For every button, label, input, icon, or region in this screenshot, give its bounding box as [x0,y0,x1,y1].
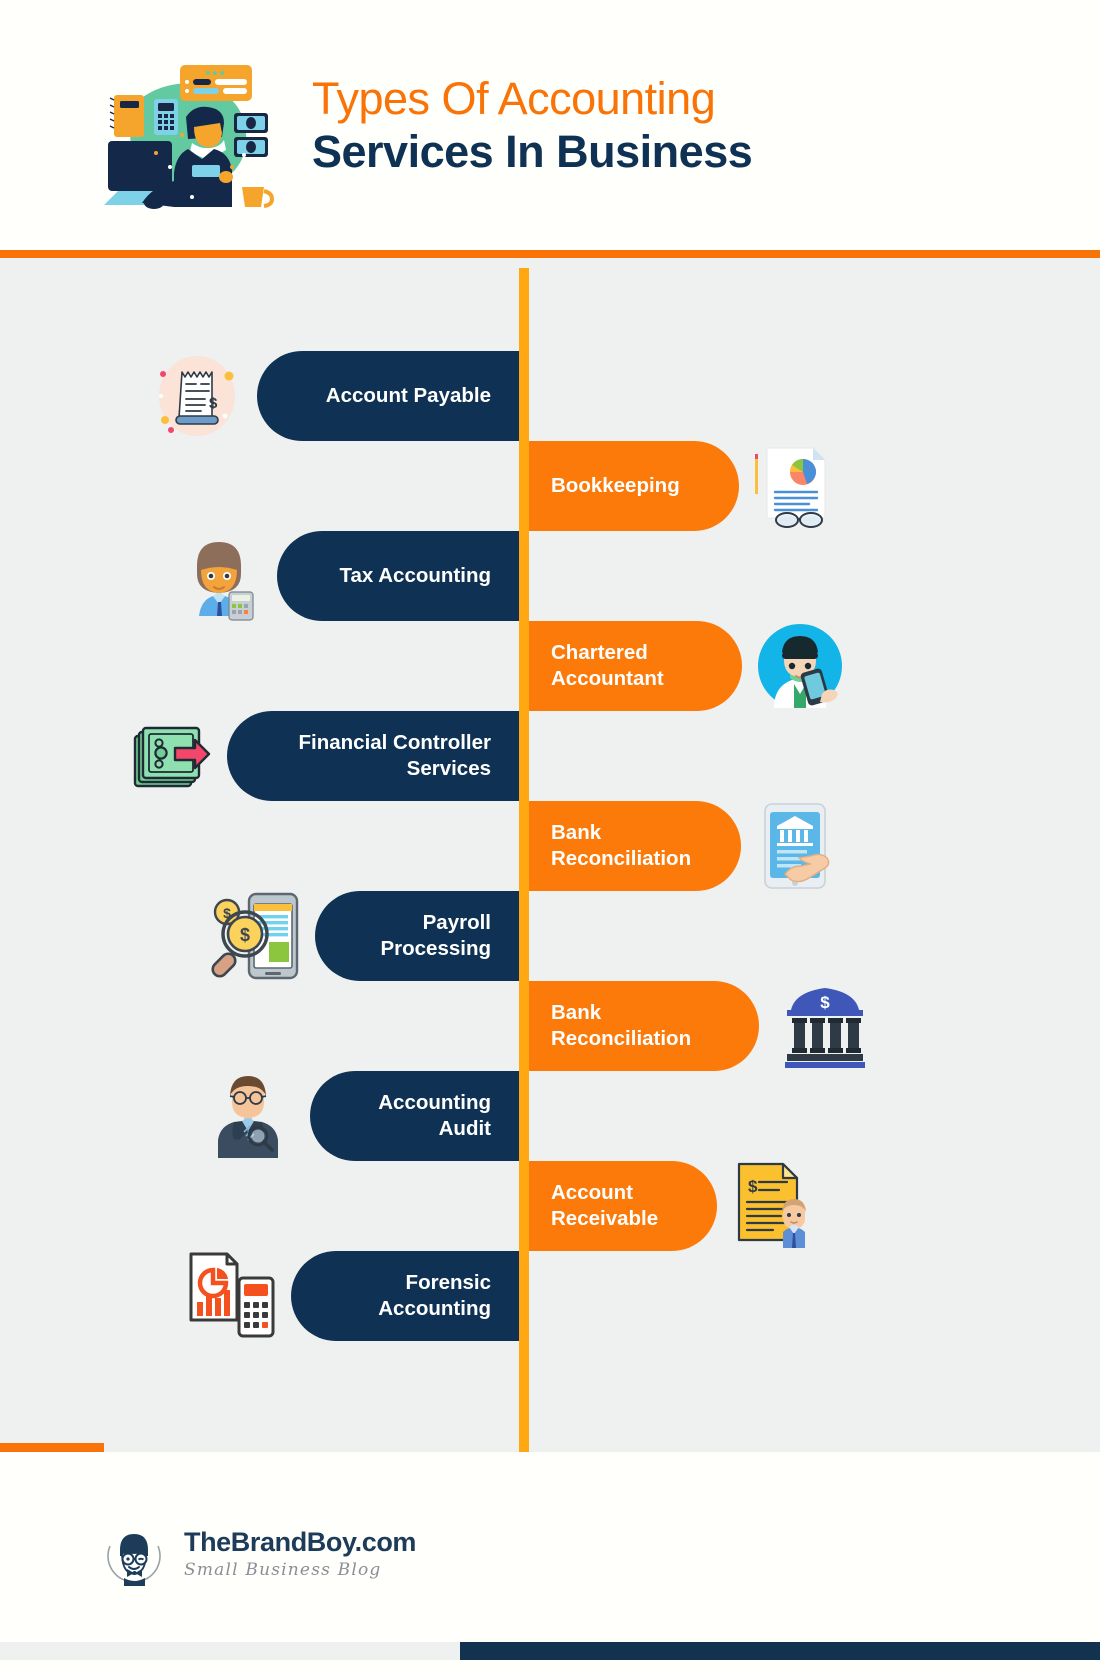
header-title-group: Types Of Accounting Services In Business [312,73,753,183]
cash-transfer-arrow-icon [131,710,223,802]
timeline-pill-label: Chartered Accountant [551,640,664,690]
timeline-pill-left[interactable]: Account Payable [257,351,519,441]
timeline-item-row: Accounting Audit [0,1071,1100,1161]
svg-text:$: $ [240,925,250,945]
svg-text:$: $ [209,395,218,412]
receipt-invoice-icon: $ [151,350,243,442]
timeline-item-row: Chartered Accountant [0,621,1100,711]
timeline-pill-right[interactable]: Bank Reconciliation [529,981,759,1071]
timeline-item-row: Tax Accounting [0,531,1100,621]
footer-brand-text: TheBrandBoy.com Small Business Blog [184,1527,416,1585]
footer-bottom-bar [0,1642,1100,1660]
timeline-pill-label: Forensic Accounting [378,1270,491,1320]
accountant-at-desk-illustration [104,65,275,209]
timeline-pill-left[interactable]: Payroll Processing [315,891,519,981]
timeline-pill-right[interactable]: Bank Reconciliation [529,801,741,891]
timeline-item-row: Bank Reconciliation $ [0,981,1100,1071]
timeline-pill-label: Bank Reconciliation [551,820,692,870]
magnifier-coins-phone-icon: $ $ [211,890,303,982]
auditor-magnifier-icon [202,1070,294,1162]
header-divider-rule [0,250,1100,258]
report-pie-chart-calculator-icon [187,1250,279,1342]
invoice-document-person-icon: $ [729,1160,821,1252]
timeline-pill-label: Tax Accounting [339,563,491,587]
timeline-item-row: Account Receivable $ [0,1161,1100,1251]
timeline-pill-label: Account Payable [325,383,491,407]
timeline-pill-label: Bank Reconciliation [551,1000,692,1050]
page-header: Types Of Accounting Services In Business [0,0,1100,258]
footer-tagline: Small Business Blog [184,1560,382,1581]
timeline-item-row: Forensic Accounting [0,1251,1100,1341]
timeline-pill-left[interactable]: Accounting Audit [310,1071,519,1161]
timeline-pill-right[interactable]: Account Receivable [529,1161,717,1251]
timeline-pill-label: Account Receivable [551,1180,659,1230]
timeline-pill-right[interactable]: Bookkeeping [529,441,739,531]
timeline-item-row: Payroll Processing $ $ [0,891,1100,981]
timeline-item-row: Bank Reconciliation [0,801,1100,891]
header-illustration [96,57,276,209]
timeline-pill-label: Accounting Audit [378,1090,491,1140]
accountant-circle-avatar-icon [754,620,846,712]
svg-text:$: $ [820,993,830,1012]
timeline-pill-label: Bookkeeping [551,473,680,497]
footer-bar-gray-segment [0,1642,460,1660]
report-chart-glasses-icon [749,440,841,532]
timeline-item-row: Financial Controller Services [0,711,1100,801]
timeline-pill-left[interactable]: Financial Controller Services [227,711,519,801]
timeline-item-row: Account Payable $ [0,351,1100,441]
footer-brand-name[interactable]: TheBrandBoy.com [184,1527,416,1558]
timeline-item-row: Bookkeeping [0,441,1100,531]
timeline-pill-label: Payroll Processing [380,910,491,960]
page-title-line-2: Services In Business [312,125,753,177]
page-footer: TheBrandBoy.com Small Business Blog [0,1452,1100,1660]
brandboy-face-logo [100,1522,168,1590]
timeline-pill-left[interactable]: Tax Accounting [277,531,519,621]
accountant-avatar-calculator-icon [173,530,265,622]
bottom-left-accent-bar [0,1443,104,1452]
bank-building-icon: $ [779,980,871,1072]
mobile-banking-hand-icon [749,800,841,892]
page-title-line-1: Types Of Accounting [312,73,716,125]
footer-bar-navy-segment [460,1642,1100,1660]
timeline-section: Account Payable $ Bookkeeping Tax Accoun… [0,258,1100,1590]
timeline-pill-label: Financial Controller Services [298,730,492,780]
timeline-pill-left[interactable]: Forensic Accounting [291,1251,519,1341]
timeline-rows: Account Payable $ Bookkeeping Tax Accoun… [0,258,1100,1341]
timeline-pill-right[interactable]: Chartered Accountant [529,621,742,711]
svg-text:$: $ [748,1177,758,1196]
